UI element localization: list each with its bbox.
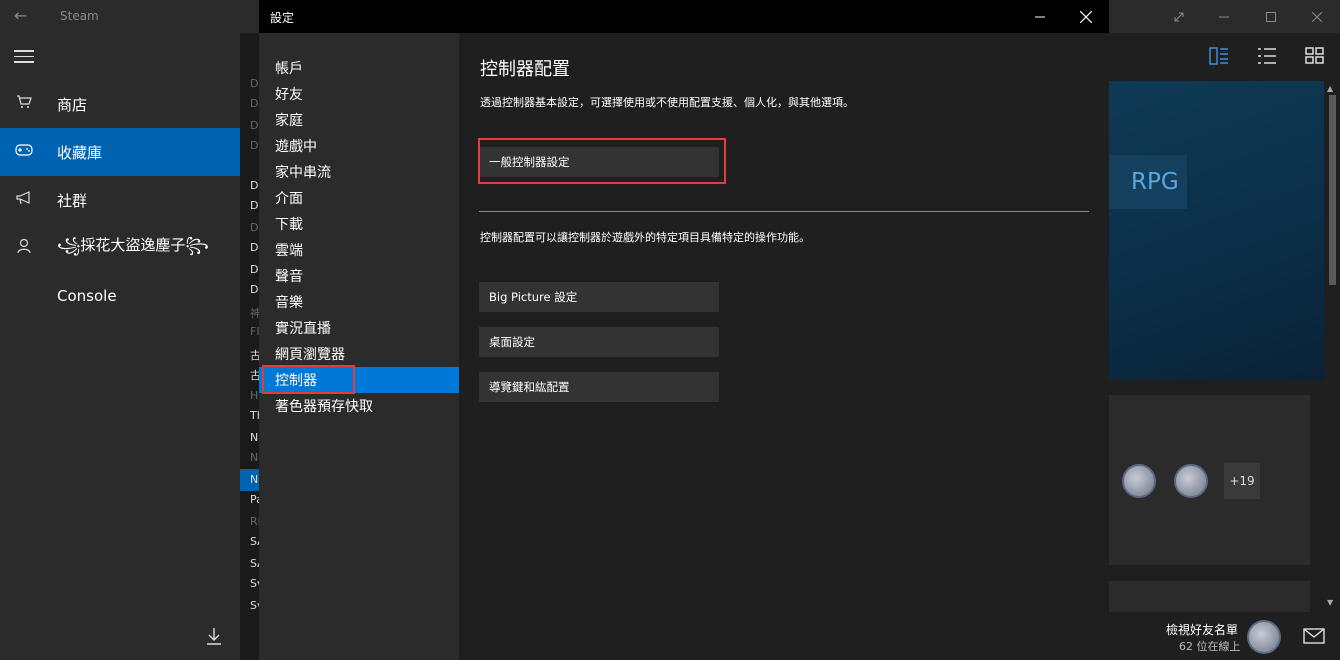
game-list-item[interactable]: H — [250, 389, 258, 402]
game-list-item[interactable]: D — [250, 263, 258, 276]
app-title: Steam — [60, 9, 99, 23]
friends-footer: 檢視好友名單 62 位在線上 — [1109, 612, 1340, 660]
scrollbar-thumb[interactable] — [1329, 95, 1336, 285]
nav-item-label: 社群 — [57, 191, 88, 210]
game-list-item[interactable]: D — [250, 283, 258, 296]
game-list-item[interactable]: N — [250, 451, 258, 464]
nav-item-label: 商店 — [57, 95, 88, 114]
close-window-icon[interactable] — [1294, 0, 1340, 33]
game-list-item[interactable]: D — [250, 119, 258, 132]
download-icon[interactable] — [205, 626, 225, 648]
more-friends-count[interactable]: +19 — [1224, 463, 1260, 499]
settings-dialog-title: 設定 — [270, 11, 295, 25]
game-list-item[interactable]: D — [250, 97, 258, 110]
highlight-box — [478, 138, 726, 184]
nav-item-label: ꧁採花大盜逸塵子꧂ — [57, 235, 209, 254]
category-family[interactable]: 家庭 — [259, 107, 459, 133]
category-music[interactable]: 音樂 — [259, 289, 459, 315]
category-web-browser[interactable]: 網頁瀏覽器 — [259, 341, 459, 367]
game-banner — [1109, 81, 1324, 380]
settings-dialog-titlebar: 設定 — [259, 0, 1109, 33]
category-voice[interactable]: 聲音 — [259, 263, 459, 289]
game-list-item[interactable]: N — [250, 431, 258, 444]
category-account[interactable]: 帳戶 — [259, 55, 459, 81]
game-detail-panel: RPG +19 — [1109, 33, 1340, 660]
list-view-icon[interactable] — [1257, 47, 1277, 69]
guide-chord-config-button[interactable]: 導覽鍵和紘配置 — [479, 372, 719, 402]
mail-icon[interactable] — [1303, 628, 1325, 648]
category-interface[interactable]: 介面 — [259, 185, 459, 211]
game-list: D D D D D D D D D D 神 FI 古 古 H Th N N N … — [240, 33, 260, 660]
category-broadcasting[interactable]: 實況直播 — [259, 315, 459, 341]
game-list-item[interactable]: D — [250, 221, 258, 234]
genre-tag[interactable]: RPG — [1109, 155, 1187, 209]
divider — [479, 211, 1089, 212]
game-list-item[interactable]: D — [250, 139, 258, 152]
game-list-item[interactable]: N — [250, 473, 258, 486]
category-friends[interactable]: 好友 — [259, 81, 459, 107]
close-dialog-icon[interactable] — [1063, 0, 1109, 33]
nav-item-community[interactable]: 社群 — [0, 176, 240, 224]
highlight-box — [262, 365, 355, 394]
maximize-icon[interactable] — [1248, 0, 1294, 33]
category-in-game[interactable]: 遊戲中 — [259, 133, 459, 159]
controller-description: 透過控制器基本設定，可選擇使用或不使用配置支援、個人化，與其他選項。 — [480, 96, 854, 109]
user-avatar[interactable] — [1247, 620, 1281, 654]
category-remote-play[interactable]: 家中串流 — [259, 159, 459, 185]
settings-category-list: 帳戶 好友 家庭 遊戲中 家中串流 介面 下載 雲端 聲音 音樂 實況直播 網頁… — [259, 33, 459, 660]
category-cloud[interactable]: 雲端 — [259, 237, 459, 263]
nav-item-profile[interactable]: ꧁採花大盜逸塵子꧂ — [0, 224, 240, 272]
detail-view-icon[interactable] — [1209, 47, 1229, 69]
person-icon — [14, 238, 34, 258]
game-list-item[interactable]: D — [250, 179, 258, 192]
category-downloads[interactable]: 下載 — [259, 211, 459, 237]
nav-item-console[interactable]: Console — [0, 272, 240, 320]
online-count: 62 位在線上 — [1179, 640, 1241, 653]
fullscreen-icon[interactable] — [1156, 0, 1202, 33]
friend-avatar[interactable] — [1174, 464, 1208, 498]
game-list-item[interactable]: D — [250, 241, 258, 254]
scrollbar[interactable]: ▲ ▼ — [1325, 81, 1340, 611]
nav-item-label: Console — [57, 287, 117, 305]
nav-item-library[interactable]: 收藏庫 — [0, 128, 240, 176]
desktop-settings-button[interactable]: 桌面設定 — [479, 327, 719, 357]
page-title: 控制器配置 — [480, 59, 570, 80]
view-toggle-bar — [1109, 33, 1340, 81]
grid-view-icon[interactable] — [1305, 47, 1325, 69]
controller-config-description: 控制器配置可以讓控制器於遊戲外的特定項目具備特定的操作功能。 — [480, 231, 810, 244]
settings-content: 控制器配置 透過控制器基本設定，可選擇使用或不使用配置支援、個人化，與其他選項。… — [459, 33, 1109, 660]
big-picture-settings-button[interactable]: Big Picture 設定 — [479, 282, 719, 312]
megaphone-icon — [14, 191, 34, 209]
game-list-item[interactable]: D — [250, 199, 258, 212]
minimize-icon[interactable] — [1017, 0, 1063, 33]
gamepad-icon — [14, 144, 34, 160]
cart-icon — [14, 95, 34, 113]
scroll-down-icon[interactable]: ▼ — [1327, 598, 1333, 607]
game-list-item[interactable]: D — [250, 77, 258, 90]
main-nav: 商店 收藏庫 社群 ꧁採花大盜逸塵子꧂ Console — [0, 33, 240, 660]
minimize-icon[interactable] — [1201, 0, 1247, 33]
back-arrow-icon[interactable]: ← — [14, 6, 27, 25]
nav-item-label: 收藏庫 — [57, 143, 103, 162]
nav-item-store[interactable]: 商店 — [0, 80, 240, 128]
scroll-up-icon[interactable]: ▲ — [1327, 84, 1333, 93]
friend-avatar[interactable] — [1122, 464, 1156, 498]
view-friends-link[interactable]: 檢視好友名單 — [1166, 621, 1238, 638]
category-shader-cache[interactable]: 著色器預存快取 — [259, 393, 459, 419]
hamburger-menu-icon[interactable] — [14, 46, 34, 66]
